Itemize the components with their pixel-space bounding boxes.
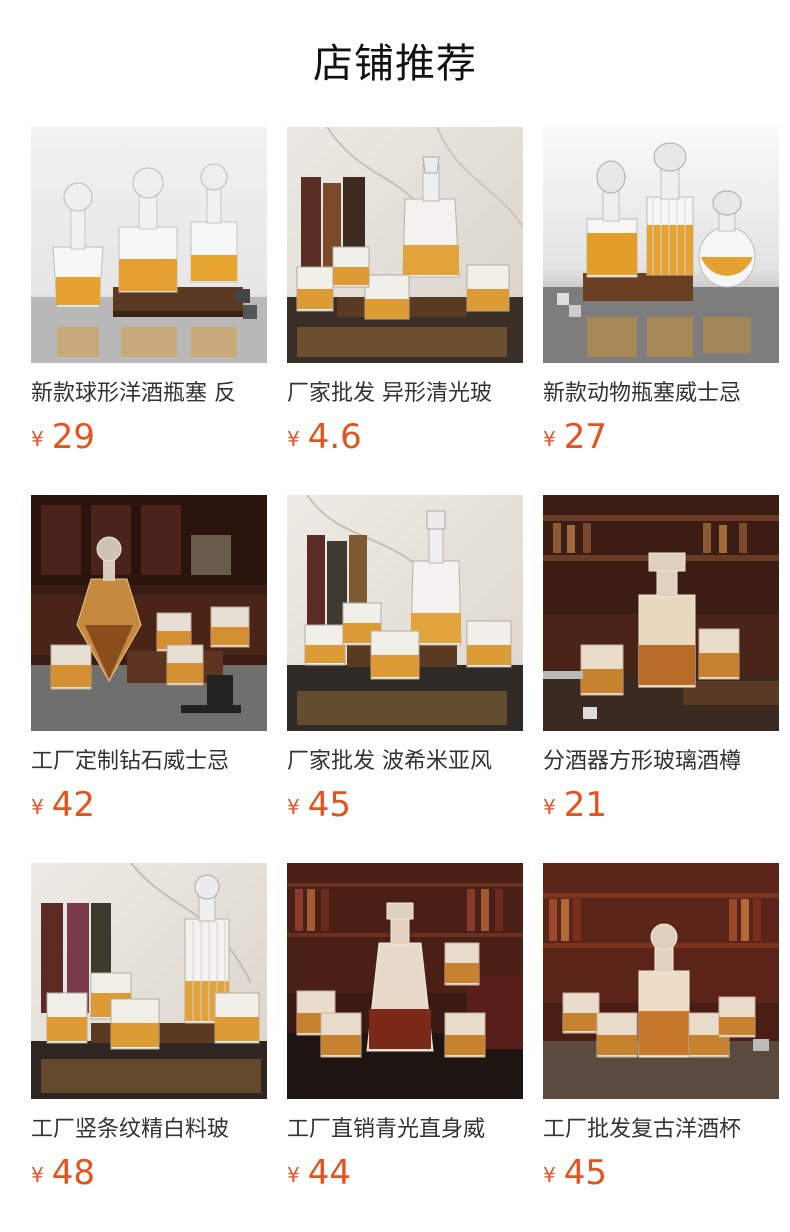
product-card[interactable]: 分酒器方形玻璃酒樽 ¥21 [543, 495, 779, 863]
product-price: ¥45 [543, 1153, 607, 1193]
currency-symbol: ¥ [287, 427, 300, 451]
product-price: ¥4.6 [287, 417, 362, 457]
currency-symbol: ¥ [31, 1163, 44, 1187]
page-title: 店铺推荐 [313, 41, 477, 87]
product-card[interactable]: 工厂竖条纹精白料玻 ¥48 [31, 863, 267, 1231]
price-amount: 27 [563, 417, 607, 457]
price-amount: 45 [307, 785, 351, 825]
product-image-square-decanter [543, 495, 779, 731]
product-card[interactable]: 新款球形洋酒瓶塞 反 ¥29 [31, 127, 267, 495]
product-image[interactable] [31, 495, 267, 731]
product-card[interactable]: 工厂直销青光直身威 ¥44 [287, 863, 523, 1231]
currency-symbol: ¥ [543, 1163, 556, 1187]
price-amount: 4.6 [307, 417, 362, 457]
product-image[interactable] [287, 863, 523, 1099]
product-title[interactable]: 工厂批发复古洋酒杯 [543, 1114, 779, 1146]
product-price: ¥45 [287, 785, 351, 825]
product-image-twisted-decanter [287, 127, 523, 363]
product-image-vintage-decanter [543, 863, 779, 1099]
price-amount: 48 [51, 1153, 95, 1193]
currency-symbol: ¥ [287, 795, 300, 819]
price-amount: 29 [51, 417, 95, 457]
product-image-bohemian-decanter [287, 495, 523, 731]
price-amount: 21 [563, 785, 607, 825]
product-grid: 新款球形洋酒瓶塞 反 ¥29 厂家批发 异形清光玻 ¥ 4.6 新款动物瓶塞威士… [31, 127, 781, 1231]
product-image-diamond-decanter [31, 495, 267, 731]
product-image-stripe-decanter [31, 863, 267, 1099]
product-card[interactable]: 新款动物瓶塞威士忌 ¥27 [543, 127, 779, 495]
product-title[interactable]: 新款动物瓶塞威士忌 [543, 378, 779, 410]
product-image[interactable] [543, 127, 779, 363]
price-amount: 42 [51, 785, 95, 825]
currency-symbol: ¥ [31, 795, 44, 819]
product-title[interactable]: 新款球形洋酒瓶塞 反 [31, 378, 267, 410]
product-image-globe-decanters [31, 127, 267, 363]
price-amount: 45 [563, 1153, 607, 1193]
product-title[interactable]: 分酒器方形玻璃酒樽 [543, 746, 779, 778]
product-price: ¥42 [31, 785, 95, 825]
product-price: ¥21 [543, 785, 607, 825]
product-title[interactable]: 工厂竖条纹精白料玻 [31, 1114, 267, 1146]
product-image-animal-decanters [543, 127, 779, 363]
product-price: ¥48 [31, 1153, 95, 1193]
product-title[interactable]: 厂家批发 波希米亚风 [287, 746, 523, 778]
product-price: ¥44 [287, 1153, 351, 1193]
product-image[interactable] [31, 863, 267, 1099]
product-image[interactable] [287, 495, 523, 731]
product-image[interactable] [287, 127, 523, 363]
product-image[interactable] [543, 863, 779, 1099]
product-card[interactable]: 工厂定制钻石威士忌 ¥42 [31, 495, 267, 863]
currency-symbol: ¥ [543, 427, 556, 451]
product-card[interactable]: 厂家批发 异形清光玻 ¥4.6 [287, 127, 523, 495]
currency-symbol: ¥ [31, 427, 44, 451]
product-price: ¥29 [31, 417, 95, 457]
product-card[interactable]: 工厂批发复古洋酒杯 ¥45 [543, 863, 779, 1231]
product-title[interactable]: 工厂定制钻石威士忌 [31, 746, 267, 778]
recommendation-page: 店铺推荐 新款球形洋酒瓶塞 反 ¥ 29 厂家批发 异形清光玻 ¥ 4.6 新款… [0, 0, 790, 1232]
product-card[interactable]: 厂家批发 波希米亚风 ¥45 [287, 495, 523, 863]
product-image-tall-decanter [287, 863, 523, 1099]
currency-symbol: ¥ [543, 795, 556, 819]
product-image[interactable] [31, 127, 267, 363]
product-title[interactable]: 厂家批发 异形清光玻 [287, 378, 523, 410]
currency-symbol: ¥ [287, 1163, 300, 1187]
product-title[interactable]: 工厂直销青光直身威 [287, 1114, 523, 1146]
product-image[interactable] [543, 495, 779, 731]
price-amount: 44 [307, 1153, 351, 1193]
product-price: ¥27 [543, 417, 607, 457]
